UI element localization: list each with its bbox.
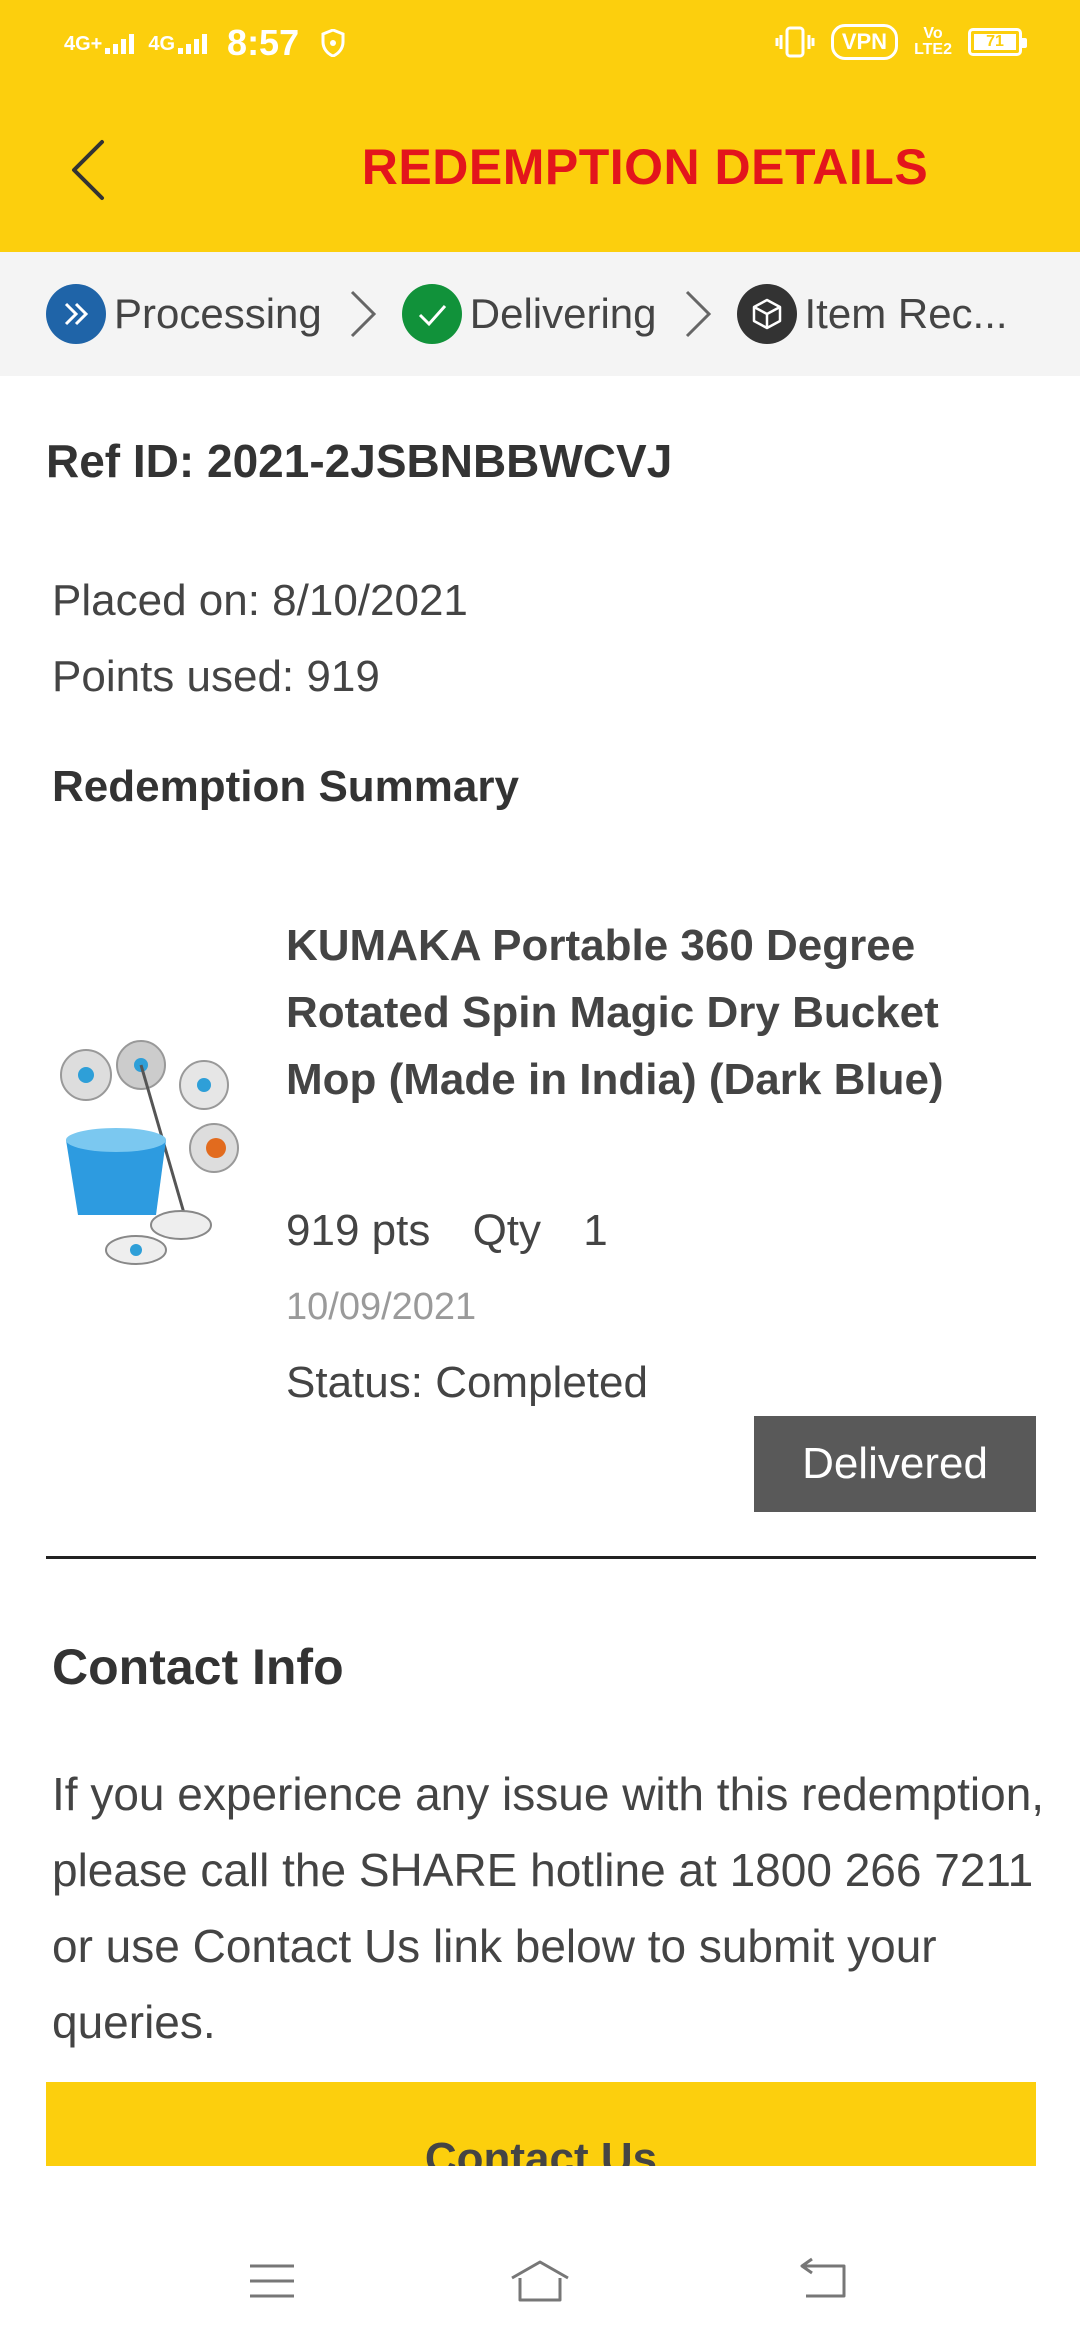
shield-icon	[321, 29, 345, 57]
page-title: REDEMPTION DETAILS	[361, 139, 929, 195]
product-image	[60, 1040, 239, 1265]
summary-title: Redemption Summary	[52, 762, 519, 811]
step-label: Item Rec...	[804, 290, 1008, 337]
processing-icon	[46, 284, 106, 344]
vpn-badge: VPN	[830, 24, 899, 60]
contact-title: Contact Info	[52, 1639, 344, 1695]
header: REDEMPTION DETAILS	[0, 84, 1080, 252]
progress-steps: Processing Delivering Item Rec...	[0, 252, 1080, 376]
volte-line-1: Vo	[923, 25, 943, 42]
chevron-right-icon	[350, 290, 376, 338]
volte-indicator: Vo LTE2	[914, 26, 952, 58]
network-1: 4G+	[64, 32, 135, 55]
back-arrow-icon[interactable]	[60, 130, 120, 210]
contact-us-label: Contact Us	[424, 2134, 658, 2168]
network-2: 4G	[148, 32, 208, 55]
ref-id: Ref ID: 2021-2JSBNBBWCVJ	[46, 435, 673, 487]
step-processing: Processing	[46, 284, 322, 344]
placed-on: Placed on: 8/10/2021	[52, 576, 468, 625]
battery-level: 71	[974, 34, 1016, 50]
home-icon[interactable]	[508, 2256, 572, 2306]
status-bar: 4G+ 4G 8:57 VPN Vo LTE2 71	[0, 0, 1080, 84]
step-item-received: Item Rec...	[736, 284, 1008, 344]
vibrate-icon	[775, 26, 815, 58]
app-screen: 4G+ 4G 8:57 VPN Vo LTE2 71 REDEMPTION DE…	[0, 0, 1080, 2340]
network-1-label: 4G+	[64, 33, 103, 55]
signal-icon	[105, 32, 135, 54]
contact-text: If you experience any issue with this re…	[52, 1768, 1045, 2048]
product-name: KUMAKA Portable 360 Degree Rotated Spin …	[286, 921, 944, 1104]
menu-icon[interactable]	[242, 2256, 302, 2306]
box-icon	[736, 284, 797, 344]
status-left: 4G+ 4G 8:57	[64, 22, 345, 64]
delivered-button[interactable]: Delivered	[754, 1416, 1036, 1512]
chevron-right-icon	[685, 290, 711, 338]
clock: 8:57	[227, 22, 300, 63]
status-right: VPN Vo LTE2 71	[775, 24, 1027, 60]
signal-icon	[178, 32, 208, 54]
step-delivering: Delivering	[401, 284, 657, 344]
volte-line-2: LTE2	[914, 41, 952, 58]
points-qty-row: 919 pts Qty 1	[286, 1206, 638, 1256]
item-status: Status: Completed	[286, 1358, 648, 1407]
top-bar: 4G+ 4G 8:57 VPN Vo LTE2 71 REDEMPTION DE…	[0, 0, 1080, 252]
network-2-label: 4G	[148, 33, 176, 55]
divider	[46, 1556, 1036, 1559]
nav-bar	[0, 2166, 1080, 2340]
contact-us-button[interactable]: Contact Us	[46, 2082, 1036, 2168]
item-points: 919 pts	[286, 1206, 431, 1255]
qty-value: 1	[583, 1206, 608, 1255]
item-date: 10/09/2021	[286, 1286, 477, 1328]
back-icon[interactable]	[796, 2256, 856, 2306]
qty-label: Qty	[472, 1206, 542, 1255]
check-icon	[401, 284, 462, 344]
step-label: Processing	[114, 290, 322, 337]
points-used: Points used: 919	[52, 652, 380, 701]
battery-icon: 71	[968, 28, 1027, 56]
step-label: Delivering	[469, 290, 657, 337]
